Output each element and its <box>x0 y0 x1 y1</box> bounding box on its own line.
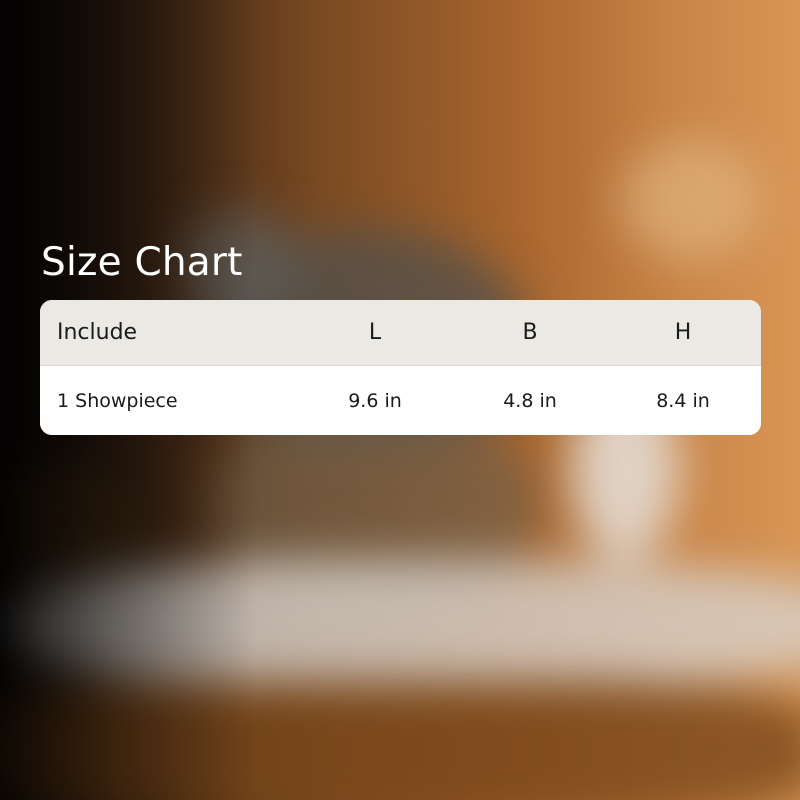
header-include: Include <box>57 320 138 345</box>
cell-breadth: 4.8 in <box>503 389 557 412</box>
size-chart-table: Include L B H 1 Showpiece 9.6 in 4.8 in … <box>40 300 761 435</box>
page-title: Size Chart <box>41 240 243 285</box>
header-breadth: B <box>522 320 538 345</box>
table-header-row: Include L B H <box>40 300 761 366</box>
table-row: 1 Showpiece 9.6 in 4.8 in 8.4 in <box>40 366 761 435</box>
header-length: L <box>368 320 382 345</box>
cell-length: 9.6 in <box>348 389 402 412</box>
cell-height: 8.4 in <box>656 389 710 412</box>
header-height: H <box>674 320 692 345</box>
cell-include: 1 Showpiece <box>57 389 178 412</box>
